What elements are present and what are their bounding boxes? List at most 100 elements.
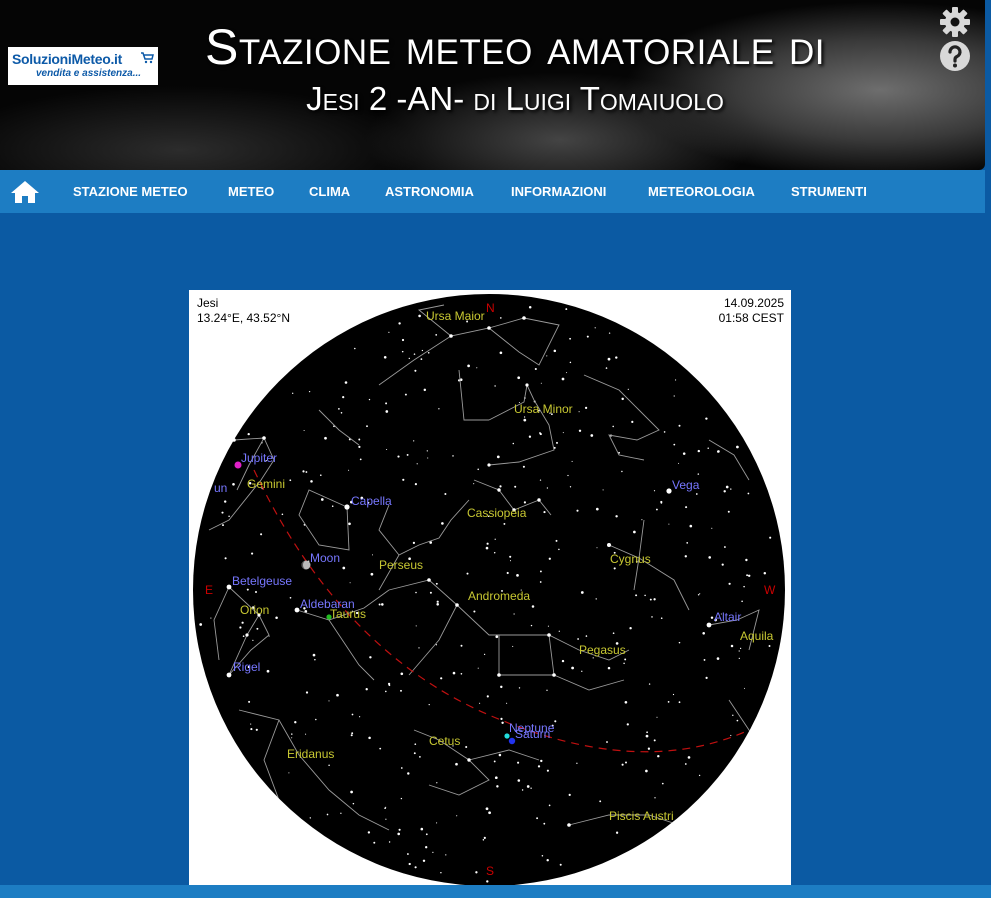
- background-star: [623, 662, 625, 665]
- background-star: [381, 603, 384, 606]
- gear-icon[interactable]: [939, 6, 971, 38]
- background-star: [569, 361, 572, 364]
- nav-item-strumenti[interactable]: STRUMENTI: [791, 184, 867, 199]
- background-star: [605, 367, 608, 369]
- background-star: [465, 745, 468, 749]
- nav-item-stazione-meteo[interactable]: STAZIONE METEO: [73, 184, 188, 199]
- background-star: [584, 406, 588, 410]
- nav-item-astronomia[interactable]: ASTRONOMIA: [385, 184, 474, 199]
- background-star: [741, 600, 743, 603]
- nav-item-meteorologia[interactable]: METEOROLOGIA: [648, 184, 755, 199]
- location-coordinates: 13.24°E, 43.52°N: [197, 311, 290, 325]
- label-aldebaran: Aldebaran: [300, 597, 355, 611]
- nav-item-clima[interactable]: CLIMA: [309, 184, 350, 199]
- label-orion: Orion: [240, 603, 269, 617]
- background-star: [241, 621, 244, 624]
- background-star: [743, 585, 745, 588]
- background-star: [419, 756, 421, 758]
- background-star: [414, 743, 417, 746]
- background-star: [599, 800, 602, 803]
- background-star: [555, 539, 558, 542]
- background-star: [684, 555, 687, 558]
- background-star: [513, 613, 515, 615]
- background-star: [556, 441, 558, 444]
- background-star: [716, 657, 720, 660]
- background-star: [499, 351, 503, 355]
- help-icon[interactable]: [939, 40, 971, 72]
- background-star: [569, 486, 572, 488]
- direction-west: W: [764, 583, 776, 597]
- background-star: [496, 455, 500, 459]
- background-star: [678, 462, 680, 464]
- background-star: [624, 658, 627, 661]
- background-star: [647, 747, 651, 750]
- background-star: [547, 625, 549, 627]
- background-star: [222, 524, 224, 527]
- background-star: [559, 863, 562, 866]
- background-star: [625, 761, 627, 764]
- label-pegasus: Pegasus: [579, 643, 626, 657]
- background-star: [338, 408, 340, 410]
- background-star: [673, 443, 676, 446]
- background-star: [429, 591, 432, 594]
- background-star: [397, 832, 401, 836]
- background-star: [768, 645, 771, 647]
- background-star: [275, 616, 278, 619]
- background-star: [565, 308, 568, 311]
- background-star: [385, 806, 387, 808]
- background-star: [406, 453, 409, 456]
- background-star: [608, 332, 611, 334]
- background-star: [684, 763, 687, 765]
- background-star: [358, 438, 361, 441]
- background-star: [648, 683, 651, 685]
- background-star: [344, 381, 348, 384]
- background-star: [422, 859, 426, 863]
- direction-south: S: [486, 864, 494, 878]
- background-star: [546, 487, 549, 489]
- background-star: [425, 833, 428, 836]
- background-star: [427, 457, 429, 459]
- background-star: [689, 524, 693, 528]
- background-star: [562, 432, 564, 434]
- background-star: [303, 429, 305, 432]
- background-star: [710, 616, 714, 619]
- background-star: [730, 644, 734, 648]
- background-star: [452, 671, 456, 675]
- background-star: [406, 853, 409, 855]
- background-star: [516, 574, 519, 577]
- background-star: [738, 657, 740, 660]
- background-star: [485, 546, 489, 550]
- background-star: [586, 335, 589, 338]
- location-name: Jesi: [197, 296, 219, 310]
- background-star: [644, 594, 646, 597]
- background-star: [310, 480, 313, 483]
- background-star: [546, 859, 549, 862]
- label-ursa-maior: Ursa Maior: [426, 309, 485, 323]
- nav-item-meteo[interactable]: METEO: [228, 184, 274, 199]
- background-star: [328, 700, 330, 702]
- background-star: [266, 669, 270, 673]
- background-star: [615, 831, 619, 834]
- background-star: [763, 571, 767, 575]
- background-star: [248, 700, 251, 703]
- background-star: [320, 474, 322, 476]
- background-star: [682, 452, 686, 455]
- background-star: [698, 774, 701, 777]
- nav-item-informazioni[interactable]: INFORMAZIONI: [511, 184, 606, 199]
- home-icon[interactable]: [10, 180, 40, 204]
- background-star: [385, 818, 387, 820]
- background-star: [548, 557, 551, 560]
- star-betelgeuse: [226, 584, 232, 590]
- background-star: [407, 772, 410, 775]
- background-star: [475, 871, 478, 874]
- background-star: [366, 425, 368, 428]
- background-star: [723, 490, 726, 493]
- background-star: [494, 538, 496, 540]
- background-star: [509, 560, 512, 562]
- background-star: [421, 349, 424, 352]
- background-star: [517, 376, 521, 380]
- datetime-info: 14.09.2025 01:58 CEST: [719, 296, 784, 326]
- background-star: [252, 639, 254, 641]
- background-star: [602, 489, 604, 491]
- background-star: [400, 797, 403, 800]
